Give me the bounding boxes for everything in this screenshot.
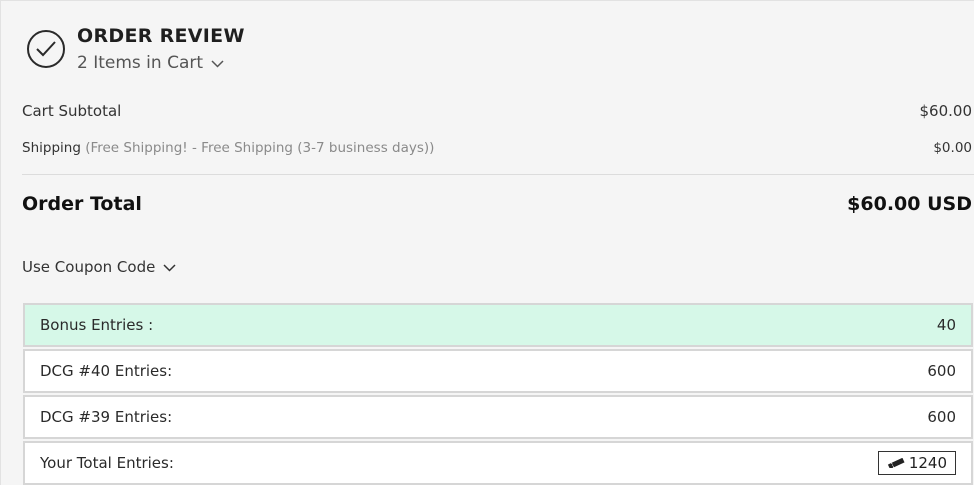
total-entries-badge: 1240 [877,451,956,475]
total-entries-row: Your Total Entries: 1240 [23,441,973,485]
entry-value: 40 [936,316,956,334]
coupon-code-toggle[interactable]: Use Coupon Code [22,258,176,276]
check-circle-icon [27,30,65,68]
chevron-down-icon [163,258,176,276]
dcg-40-entries-row: DCG #40 Entries: 600 [23,349,973,393]
ticket-icon [887,454,905,472]
entry-label: Bonus Entries : [40,316,154,334]
dcg-39-entries-row: DCG #39 Entries: 600 [23,395,973,439]
order-review-panel: ORDER REVIEW 2 Items in Cart Cart Subtot… [0,0,974,485]
page-title: ORDER REVIEW [77,25,245,47]
entries-table: Bonus Entries : 40 DCG #40 Entries: 600 … [23,303,973,485]
chevron-down-icon [211,53,224,73]
entry-label: Your Total Entries: [40,454,174,472]
shipping-row: Shipping (Free Shipping! - Free Shipping… [22,140,972,156]
order-total-label: Order Total [22,193,142,215]
shipping-value: $0.00 [933,140,972,156]
entry-label: DCG #39 Entries: [40,408,173,426]
total-entries-value: 1240 [908,454,947,472]
cart-subtotal-label: Cart Subtotal [22,102,122,120]
entry-value: 600 [927,362,956,380]
order-review-header: ORDER REVIEW 2 Items in Cart [27,25,245,73]
divider [22,174,974,175]
shipping-method-detail: (Free Shipping! - Free Shipping (3-7 bus… [85,140,435,156]
items-in-cart-label: 2 Items in Cart [77,53,204,73]
shipping-label: Shipping [22,140,81,156]
items-in-cart-toggle[interactable]: 2 Items in Cart [77,53,245,73]
entry-label: DCG #40 Entries: [40,362,173,380]
cart-subtotal-value: $60.00 [919,102,973,120]
bonus-entries-row: Bonus Entries : 40 [23,303,973,347]
cart-subtotal-row: Cart Subtotal $60.00 [22,102,972,120]
order-total-row: Order Total $60.00 USD [22,193,972,215]
order-total-value: $60.00 USD [847,193,972,215]
coupon-code-label: Use Coupon Code [22,258,156,276]
entry-value: 600 [927,408,956,426]
